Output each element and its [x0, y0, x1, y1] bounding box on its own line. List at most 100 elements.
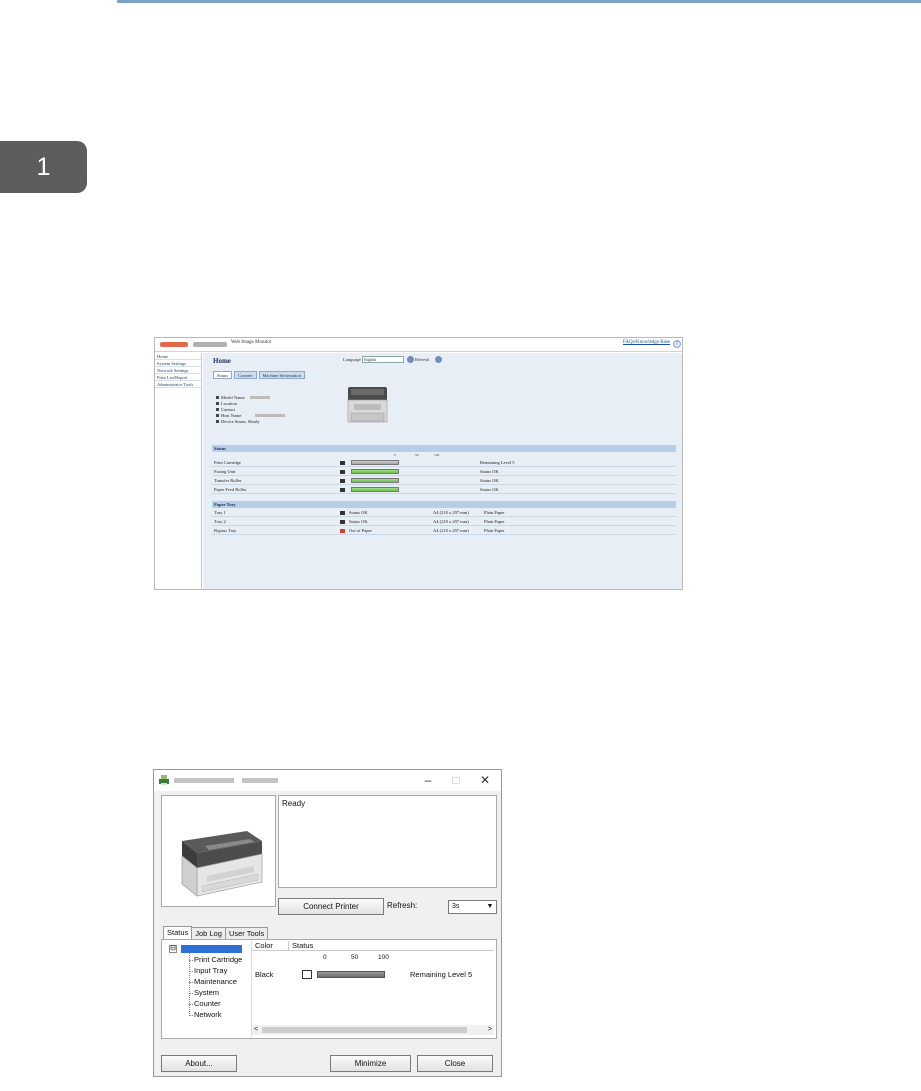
tray-status: Status OK [349, 510, 368, 515]
printer-image [347, 387, 388, 423]
supply-status: Status OK [480, 469, 499, 474]
status-tab-panel: ⊟ Print Cartridge Input Tray Maintenance… [161, 939, 497, 1039]
paper-size: A4 (210 x 297 mm) [433, 510, 469, 515]
tab-job-log[interactable]: Job Log [191, 927, 226, 939]
status-list: Color Status 0 50 100 Black Remaining Le… [251, 941, 494, 1037]
close-button[interactable]: Close [417, 1055, 493, 1072]
language-select[interactable]: English [362, 356, 404, 363]
supply-name: Print Cartridge [214, 460, 241, 465]
status-tree: ⊟ Print Cartridge Input Tray Maintenance… [169, 943, 251, 1035]
maximize-window-icon: □ [452, 773, 460, 787]
toner-status: Remaining Level 5 [410, 970, 473, 979]
page-title: Home [213, 357, 231, 365]
tray-name: Bypass Tray [214, 528, 237, 533]
unit-icon [340, 470, 345, 474]
supply-status: Status OK [480, 487, 499, 492]
tree-item-network[interactable]: Network [194, 1010, 222, 1019]
supply-row: Fusing Unit Status OK [212, 468, 676, 476]
wim-main: Home Language English Refresh Status Cou… [203, 353, 682, 589]
tray-status: Out of Paper [349, 528, 372, 533]
level-bar [351, 469, 399, 474]
tray-row: Tray 1 Status OK A4 (210 x 297 mm) Plain… [212, 509, 676, 517]
minimize-button[interactable]: Minimize [330, 1055, 411, 1072]
paper-size: A4 (210 x 297 mm) [433, 528, 469, 533]
level-bar [351, 487, 399, 492]
brand-logo [160, 342, 188, 347]
tree-item-input-tray[interactable]: Input Tray [194, 966, 227, 975]
scale-50: 50 [415, 453, 419, 457]
refresh-icon[interactable] [407, 356, 414, 363]
tab-status[interactable]: Status [163, 926, 193, 939]
scroll-thumb[interactable] [262, 1027, 467, 1033]
faq-link[interactable]: FAQs/Knowledge Base [623, 340, 670, 345]
device-info: Model Name Location Contact Host Name De… [216, 395, 286, 425]
unit-icon [340, 479, 345, 483]
scale-0: 0 [323, 954, 327, 961]
minimize-window-icon[interactable]: – [416, 772, 440, 788]
close-window-icon[interactable]: ✕ [473, 772, 497, 788]
web-image-monitor-screenshot: Web Image Monitor FAQs/Knowledge Base ? … [154, 337, 683, 590]
scroll-left-icon[interactable]: < [254, 1025, 258, 1035]
supply-row: Print Cartridge Remaining Level 5 [212, 459, 676, 467]
scroll-right-icon[interactable]: > [488, 1025, 492, 1035]
header-rule [117, 0, 921, 3]
tab-counter[interactable]: Counter [234, 371, 257, 379]
sidebar-item-home[interactable]: Home [155, 353, 201, 360]
sidebar-item-system-settings[interactable]: System Settings [155, 360, 201, 367]
supply-row: Paper Feed Roller Status OK [212, 486, 676, 494]
tree-item-maintenance[interactable]: Maintenance [194, 977, 237, 986]
tree-branch [189, 1015, 193, 1016]
app-printer-icon [159, 775, 169, 785]
tab-status[interactable]: Status [213, 371, 233, 379]
status-monitor-window: – □ ✕ Ready Connect Printer Refresh: 3s … [153, 769, 502, 1077]
sidebar-item-print-list-report[interactable]: Print List/Report [155, 374, 201, 381]
wim-header: Web Image Monitor FAQs/Knowledge Base ? [155, 338, 682, 352]
horizontal-scrollbar[interactable]: < > [252, 1025, 494, 1035]
unit-icon [340, 488, 345, 492]
tree-branch [189, 971, 193, 972]
level-bar [351, 460, 399, 465]
scale-100: 100 [434, 453, 440, 457]
sidebar-item-network-settings[interactable]: Network Settings [155, 367, 201, 374]
connect-printer-button[interactable]: Connect Printer [278, 898, 384, 915]
wim-header-title: Web Image Monitor [231, 340, 272, 345]
brand-model-blur [193, 342, 227, 347]
column-header-color[interactable]: Color [255, 941, 273, 951]
tree-root-selected[interactable] [181, 945, 242, 953]
chevron-down-icon[interactable]: ▼ [484, 901, 496, 913]
sidebar-item-administrator-tools[interactable]: Administrator Tools [155, 381, 201, 388]
refresh-interval-select[interactable]: 3s ▼ [448, 900, 497, 914]
color-name: Black [255, 970, 274, 979]
status-section-header: Status [212, 445, 676, 452]
refresh-link[interactable]: Refresh [415, 357, 429, 362]
tree-item-system[interactable]: System [194, 988, 219, 997]
supply-status: Status OK [480, 478, 499, 483]
tray-name: Tray 2 [214, 519, 226, 524]
tree-branch [189, 993, 193, 994]
tray-status: Status OK [349, 519, 368, 524]
list-item[interactable]: Black Remaining Level 5 [252, 969, 494, 981]
alert-icon [340, 529, 345, 533]
tree-item-print-cartridge[interactable]: Print Cartridge [194, 955, 242, 964]
tab-machine-information[interactable]: Machine Information [258, 371, 305, 379]
paper-type: Plain Paper [484, 510, 505, 515]
tree-branch [189, 960, 193, 961]
supply-name: Paper Feed Roller [214, 487, 247, 492]
toner-icon [340, 461, 345, 465]
toner-level-bar [317, 971, 385, 978]
scale-0: 0 [394, 453, 396, 457]
title-bar[interactable]: – □ ✕ [154, 770, 501, 791]
tab-user-tools[interactable]: User Tools [224, 927, 269, 939]
wim-sidebar: Home System Settings Network Settings Pr… [155, 353, 202, 589]
collapse-icon[interactable]: ⊟ [169, 945, 177, 953]
tree-branch [189, 982, 193, 983]
dialog-tabs: Status Job Log User Tools [163, 926, 269, 939]
column-header-status[interactable]: Status [288, 941, 313, 951]
tree-item-counter[interactable]: Counter [194, 999, 221, 1008]
help-icon[interactable]: ? [673, 340, 681, 348]
tray-row: Tray 2 Status OK A4 (210 x 297 mm) Plain… [212, 518, 676, 526]
list-header: Color Status [252, 941, 494, 951]
about-button[interactable]: About... [161, 1055, 237, 1072]
help-icon-2[interactable] [435, 356, 442, 363]
tray-icon [340, 520, 345, 524]
